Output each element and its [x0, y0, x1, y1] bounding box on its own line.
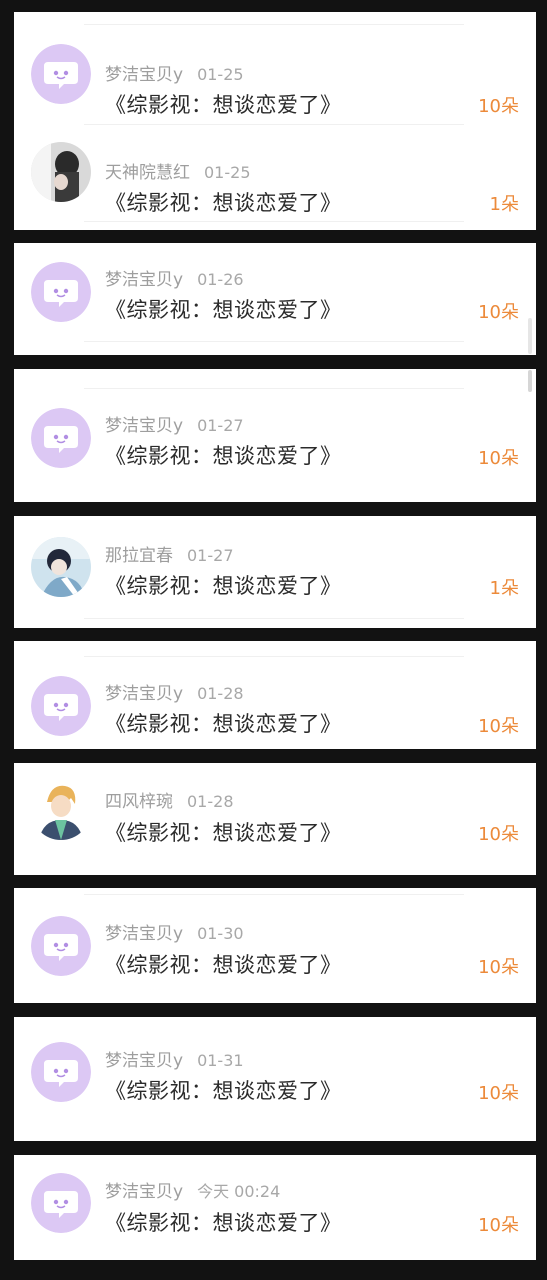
reward-entry[interactable]: 梦洁宝贝y 01-27 《综影视：想谈恋爱了》 10朵: [14, 389, 536, 489]
entry-amount: 10朵: [478, 96, 519, 117]
entry-time: 01-26: [197, 270, 244, 289]
entry-book-title[interactable]: 《综影视：想谈恋爱了》: [105, 440, 342, 470]
entry-time: 今天 00:24: [197, 1182, 281, 1201]
entry-amount: 10朵: [478, 824, 519, 845]
reward-entry[interactable]: 梦洁宝贝y 01-30 《综影视：想谈恋爱了》 10朵: [14, 894, 536, 994]
entry-amount: 10朵: [478, 302, 519, 323]
user-avatar[interactable]: [31, 780, 91, 840]
scrollbar-thumb[interactable]: [528, 318, 532, 354]
entry-username[interactable]: 梦洁宝贝y: [105, 924, 183, 944]
entry-username[interactable]: 梦洁宝贝y: [105, 65, 183, 85]
entry-book-title[interactable]: 《综影视：想谈恋爱了》: [105, 708, 342, 738]
reward-card: 那拉宜春 01-27 《综影视：想谈恋爱了》 1朵: [14, 516, 536, 628]
chat-bubble-icon[interactable]: [31, 44, 91, 104]
divider: [84, 618, 464, 619]
entry-amount: 1朵: [489, 578, 519, 599]
entry-book-title[interactable]: 《综影视：想谈恋爱了》: [105, 570, 342, 600]
reward-entry[interactable]: 梦洁宝贝y 01-31 《综影视：想谈恋爱了》 10朵: [14, 1021, 536, 1121]
entry-time: 01-28: [197, 684, 244, 703]
reward-entry[interactable]: 梦洁宝贝y 今天 00:24 《综影视：想谈恋爱了》 10朵: [14, 1155, 536, 1255]
divider: [84, 341, 464, 342]
reward-entry[interactable]: 四风梓琬 01-28 《综影视：想谈恋爱了》 10朵: [14, 763, 536, 863]
chat-bubble-icon[interactable]: [31, 262, 91, 322]
entry-username[interactable]: 梦洁宝贝y: [105, 416, 183, 436]
entry-book-title[interactable]: 《综影视：想谈恋爱了》: [105, 294, 342, 324]
entry-time: 01-27: [197, 416, 244, 435]
entry-username[interactable]: 梦洁宝贝y: [105, 1051, 183, 1071]
entry-amount: 10朵: [478, 448, 519, 469]
reward-entry[interactable]: 梦洁宝贝y 01-28 《综影视：想谈恋爱了》 10朵: [14, 646, 536, 746]
reward-card: 四风梓琬 01-28 《综影视：想谈恋爱了》 10朵: [14, 763, 536, 875]
entry-amount: 10朵: [478, 957, 519, 978]
entry-time: 01-30: [197, 924, 244, 943]
entry-amount: 1朵: [489, 194, 519, 215]
reward-entry[interactable]: 梦洁宝贝y 01-26 《综影视：想谈恋爱了》 10朵: [14, 243, 536, 343]
reward-entry[interactable]: 天神院慧红 01-25 《综影视：想谈恋爱了》 1朵: [14, 124, 536, 224]
divider: [84, 221, 464, 222]
entry-username[interactable]: 梦洁宝贝y: [105, 1182, 183, 1202]
chat-bubble-icon[interactable]: [31, 916, 91, 976]
entry-book-title[interactable]: 《综影视：想谈恋爱了》: [105, 817, 342, 847]
entry-amount: 10朵: [478, 1083, 519, 1104]
entry-username[interactable]: 四风梓琬: [105, 792, 173, 812]
entry-username[interactable]: 梦洁宝贝y: [105, 270, 183, 290]
entry-amount: 10朵: [478, 716, 519, 737]
reward-card: 梦洁宝贝y 01-30 《综影视：想谈恋爱了》 10朵: [14, 888, 536, 1003]
user-avatar[interactable]: [31, 142, 91, 202]
entry-time: 01-25: [204, 163, 251, 182]
reward-card: 梦洁宝贝y 01-25 《综影视：想谈恋爱了》 10朵 天神院慧红 01-25 《综…: [14, 12, 536, 230]
reward-card: 梦洁宝贝y 01-27 《综影视：想谈恋爱了》 10朵: [14, 369, 536, 502]
entry-username[interactable]: 天神院慧红: [105, 163, 190, 183]
entry-time: 01-27: [187, 546, 234, 565]
chat-bubble-icon[interactable]: [31, 1173, 91, 1233]
entry-book-title[interactable]: 《综影视：想谈恋爱了》: [105, 89, 342, 119]
user-avatar[interactable]: [31, 537, 91, 597]
reward-card: 梦洁宝贝y 01-26 《综影视：想谈恋爱了》 10朵: [14, 243, 536, 355]
reward-card: 梦洁宝贝y 01-28 《综影视：想谈恋爱了》 10朵: [14, 641, 536, 749]
reward-entry[interactable]: 梦洁宝贝y 01-25 《综影视：想谈恋爱了》 10朵: [14, 24, 536, 124]
entry-username[interactable]: 那拉宜春: [105, 546, 173, 566]
entry-book-title[interactable]: 《综影视：想谈恋爱了》: [105, 187, 342, 217]
reward-record-list: 梦洁宝贝y 01-25 《综影视：想谈恋爱了》 10朵 天神院慧红 01-25 《综…: [0, 0, 547, 1280]
chat-bubble-icon[interactable]: [31, 408, 91, 468]
entry-book-title[interactable]: 《综影视：想谈恋爱了》: [105, 1075, 342, 1105]
entry-time: 01-31: [197, 1051, 244, 1070]
entry-book-title[interactable]: 《综影视：想谈恋爱了》: [105, 1207, 342, 1237]
reward-card: 梦洁宝贝y 01-31 《综影视：想谈恋爱了》 10朵: [14, 1017, 536, 1141]
entry-username[interactable]: 梦洁宝贝y: [105, 684, 183, 704]
reward-entry[interactable]: 那拉宜春 01-27 《综影视：想谈恋爱了》 1朵: [14, 516, 536, 616]
scrollbar-thumb[interactable]: [528, 370, 532, 392]
chat-bubble-icon[interactable]: [31, 1042, 91, 1102]
reward-card: 梦洁宝贝y 今天 00:24 《综影视：想谈恋爱了》 10朵: [14, 1155, 536, 1260]
chat-bubble-icon[interactable]: [31, 676, 91, 736]
entry-time: 01-28: [187, 792, 234, 811]
entry-amount: 10朵: [478, 1215, 519, 1236]
entry-book-title[interactable]: 《综影视：想谈恋爱了》: [105, 949, 342, 979]
entry-time: 01-25: [197, 65, 244, 84]
